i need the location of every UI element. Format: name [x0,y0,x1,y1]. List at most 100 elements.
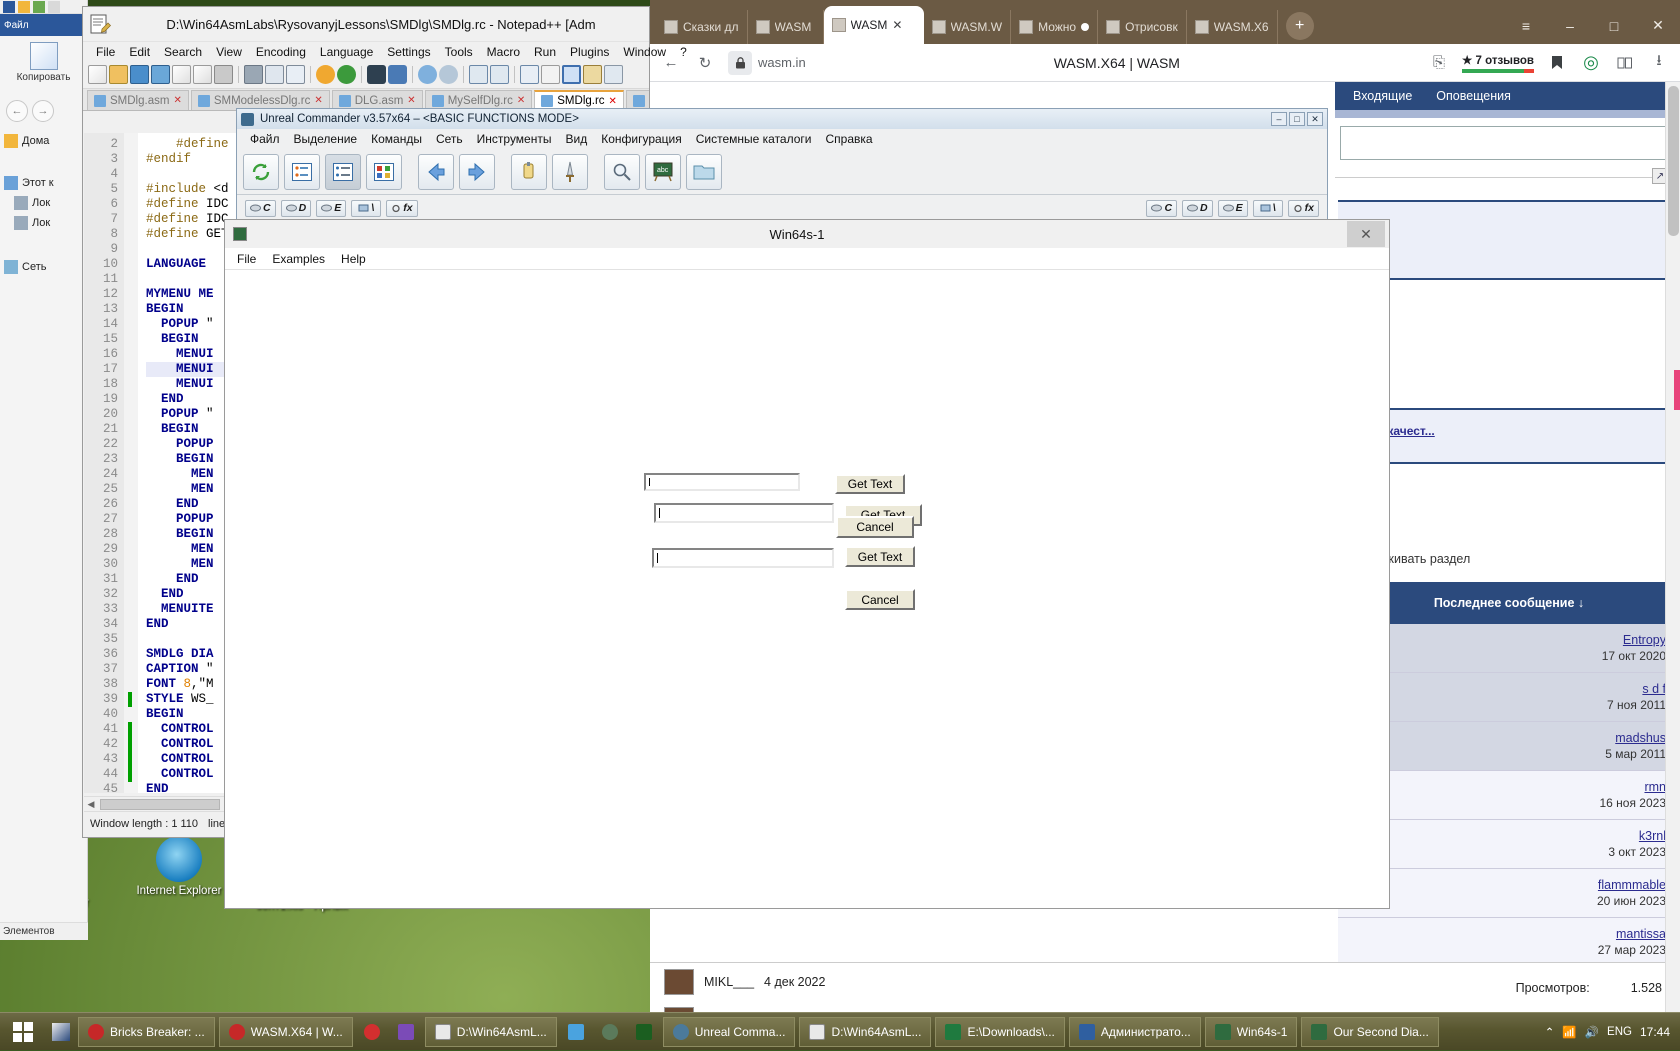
indent-guide-icon[interactable] [562,65,581,84]
explorer-icon-3[interactable] [33,1,45,13]
tree-node-home[interactable]: Дома [2,131,85,151]
taskbar-item-terminal[interactable] [629,1017,659,1047]
blackboard-icon[interactable]: abc [645,154,681,190]
maximize-button[interactable]: □ [1592,18,1636,34]
volume-icon[interactable]: 🔊 [1585,1025,1599,1039]
menu-tools[interactable]: Инструменты [470,132,559,146]
taskbar-item-admin-console[interactable]: Администрато... [1069,1017,1201,1047]
close-button[interactable]: ✕ [1347,221,1385,247]
menu-configuration[interactable]: Конфигурация [594,132,689,146]
drive-button-network-left[interactable]: \ [351,200,381,217]
explorer-copy-button[interactable]: Копировать [4,42,83,83]
close-icon[interactable]: ✕ [892,18,902,32]
menu-selection[interactable]: Выделение [287,132,365,146]
nav-item-inbox[interactable]: Входящие [1353,89,1412,103]
detail-view-icon[interactable] [325,154,361,190]
taskbar-item-win64s-1[interactable]: Win64s-1 [1205,1017,1298,1047]
drive-button-c-left[interactable]: C [245,200,276,217]
notepadpp-titlebar[interactable]: D:\Win64AsmLabs\RysovanyjLessons\SMDlg\S… [83,7,649,41]
browser-window-controls[interactable]: ≡ – □ ✕ [1504,17,1680,44]
forward-button[interactable]: → [32,100,54,122]
find-icon[interactable] [367,65,386,84]
scrollbar-thumb[interactable] [100,799,220,810]
editor-tab-myselfdlg-rc[interactable]: MySelfDlg.rc ✕ [425,90,533,110]
tree-node-network[interactable]: Сеть [2,257,85,277]
menu-window[interactable]: Window [616,43,673,61]
system-tray[interactable]: ⌃ 📶 🔊 ENG 17:44 [1545,1025,1680,1039]
taskbar-item-visual-studio[interactable] [391,1017,421,1047]
zoom-in-icon[interactable] [418,65,437,84]
new-tab-button[interactable]: + [1286,12,1314,40]
document-map-icon[interactable] [604,65,623,84]
get-text-button-front[interactable]: Get Text [835,474,905,494]
undo-icon[interactable] [316,65,335,84]
back-button[interactable]: ← [6,100,28,122]
save-icon[interactable] [130,65,149,84]
close-icon[interactable]: ✕ [314,95,322,106]
taskbar-item-bricks-breaker[interactable]: Bricks Breaker: ... [78,1017,215,1047]
win64s-menubar[interactable]: File Examples Help [225,248,1389,270]
menu-network[interactable]: Сеть [429,132,470,146]
browser-menu-icon[interactable]: ≡ [1504,18,1548,34]
forward-arrow-icon[interactable] [459,154,495,190]
menu-edit[interactable]: Edit [122,43,157,61]
close-icon[interactable]: ✕ [173,95,181,106]
taskbar[interactable]: Bricks Breaker: ... WASM.X64 | W... D:\W… [0,1012,1680,1050]
forum-search-box[interactable] [1340,126,1670,160]
page-scrollbar[interactable] [1665,82,1680,1012]
drive-button-network-right[interactable]: \ [1253,200,1283,217]
menu-search[interactable]: Search [157,43,209,61]
close-icon[interactable]: ✕ [517,95,525,106]
cut-icon[interactable] [244,65,263,84]
editor-tab-asm2r[interactable]: asm2r [626,90,649,110]
chevron-up-icon[interactable]: ⌃ [1545,1025,1555,1039]
forum-navbar[interactable]: Входящие Оповещения [1335,82,1680,110]
show-symbols-icon[interactable] [541,65,560,84]
open-file-icon[interactable] [109,65,128,84]
sync-horizontal-icon[interactable] [490,65,509,84]
copy-icon[interactable] [265,65,284,84]
history-icon[interactable] [1614,52,1636,74]
menu-examples[interactable]: Examples [264,252,333,266]
taskbar-item-wasm-x64[interactable]: WASM.X64 | W... [219,1017,353,1047]
nav-item-alerts[interactable]: Оповещения [1436,89,1511,103]
new-file-icon[interactable] [88,65,107,84]
network-icon[interactable]: 📶 [1562,1025,1576,1039]
unreal-commander-window[interactable]: Unreal Commander v3.57x64 – <BASIC FUNCT… [236,108,1328,224]
explorer-quick-access-toolbar[interactable] [0,0,87,14]
browser-tab-6[interactable]: WASM.X6 [1187,10,1278,44]
taskbar-item-notepadpp-2[interactable]: D:\Win64AsmL... [799,1017,931,1047]
tree-node-local-disk-2[interactable]: Лок [2,213,85,233]
browser-tab-2-active[interactable]: WASM ✕ [824,6,924,44]
user-language-icon[interactable] [583,65,602,84]
editor-tab-smdlg-asm[interactable]: SMDlg.asm ✕ [87,90,189,110]
zoom-out-icon[interactable] [439,65,458,84]
browser-toolbar[interactable]: ← ↻ wasm.in WASM.X64 | WASM ⎘ ★ 7 отзыво… [650,44,1680,82]
redo-icon[interactable] [337,65,356,84]
unreal-window-controls[interactable]: – □ ✕ [1271,112,1323,126]
reviews-badge[interactable]: ★ 7 отзывов [1462,53,1534,73]
menu-macro[interactable]: Macro [480,43,527,61]
drive-button-e-left[interactable]: E [316,200,346,217]
thumbnail-view-icon[interactable] [366,154,402,190]
explorer-icon-1[interactable] [3,1,15,13]
menu-language[interactable]: Language [313,43,380,61]
start-button[interactable] [0,1013,46,1051]
lock-icon[interactable] [728,51,752,75]
back-arrow-icon[interactable] [418,154,454,190]
browser-tab-strip[interactable]: Сказки дл WASM WASM ✕ WASM.W Можно Отрис… [650,0,1680,44]
folder-tools-icon[interactable] [511,154,547,190]
menu-file[interactable]: File [89,43,122,61]
menu-file[interactable]: File [229,252,264,266]
menu-view[interactable]: View [209,43,249,61]
close-button[interactable]: ✕ [1636,17,1680,34]
search-icon[interactable] [604,154,640,190]
drive-button-d-right[interactable]: D [1182,200,1213,217]
menu-encoding[interactable]: Encoding [249,43,313,61]
row-author-link[interactable]: mantissa [1338,927,1666,941]
sword-icon[interactable] [552,154,588,190]
print-icon[interactable] [214,65,233,84]
bookmark-icon[interactable] [1546,52,1568,74]
taskbar-item-opera[interactable] [357,1017,387,1047]
drive-button-e-right[interactable]: E [1218,200,1248,217]
